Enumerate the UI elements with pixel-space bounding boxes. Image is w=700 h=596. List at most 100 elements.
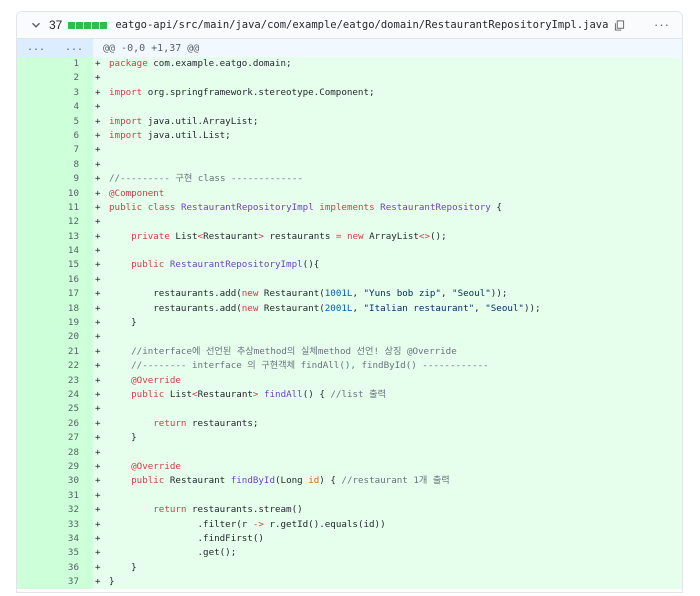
kebab-menu-icon[interactable]: ···: [654, 18, 670, 31]
old-line-number[interactable]: [17, 330, 55, 345]
new-line-number[interactable]: 5: [55, 114, 93, 129]
line-code: + .filter(r -> r.getId().equals(id)): [93, 517, 682, 532]
old-line-number[interactable]: [17, 301, 55, 317]
new-line-number[interactable]: 11: [55, 200, 93, 216]
new-line-number[interactable]: 31: [55, 488, 93, 504]
old-line-number[interactable]: [17, 503, 55, 518]
old-line-number[interactable]: [17, 474, 55, 489]
old-line-number[interactable]: [17, 344, 55, 360]
new-line-number[interactable]: 10: [55, 186, 93, 201]
new-line-number[interactable]: 2: [55, 71, 93, 86]
old-line-number[interactable]: [17, 387, 55, 403]
old-line-number[interactable]: [17, 373, 55, 388]
old-line-number[interactable]: [17, 85, 55, 101]
new-line-number[interactable]: 24: [55, 387, 93, 403]
new-line-number[interactable]: 28: [55, 445, 93, 460]
expand-up-button[interactable]: ...: [17, 39, 55, 57]
new-line-number[interactable]: 18: [55, 301, 93, 317]
new-line-number[interactable]: 6: [55, 128, 93, 144]
old-line-number[interactable]: [17, 229, 55, 245]
new-line-number[interactable]: 19: [55, 316, 93, 331]
old-line-number[interactable]: [17, 172, 55, 187]
new-line-number[interactable]: 30: [55, 474, 93, 489]
new-line-number[interactable]: 37: [55, 575, 93, 590]
new-line-number[interactable]: 14: [55, 244, 93, 259]
code-token: List: [164, 388, 193, 400]
old-line-number[interactable]: [17, 272, 55, 288]
old-line-number[interactable]: [17, 143, 55, 158]
old-line-number[interactable]: [17, 186, 55, 201]
new-line-number[interactable]: 16: [55, 272, 93, 288]
new-line-number[interactable]: 26: [55, 416, 93, 432]
old-line-number[interactable]: [17, 258, 55, 273]
new-line-number[interactable]: 34: [55, 531, 93, 547]
old-line-number[interactable]: [17, 200, 55, 216]
old-line-number[interactable]: [17, 517, 55, 532]
old-line-number[interactable]: [17, 416, 55, 432]
old-line-number[interactable]: [17, 546, 55, 561]
code-token: (){: [302, 259, 320, 271]
line-code: + .get();: [93, 546, 682, 561]
line-code: +: [93, 157, 682, 173]
old-line-number[interactable]: [17, 316, 55, 331]
diffstat-block: [92, 21, 100, 29]
new-line-number[interactable]: 21: [55, 344, 93, 360]
new-line-number[interactable]: 29: [55, 459, 93, 475]
new-line-number[interactable]: 27: [55, 431, 93, 446]
old-line-number[interactable]: [17, 459, 55, 475]
new-line-number[interactable]: 8: [55, 157, 93, 173]
old-line-number[interactable]: [17, 114, 55, 129]
new-line-number[interactable]: 9: [55, 172, 93, 187]
old-line-number[interactable]: [17, 402, 55, 417]
new-line-number[interactable]: 25: [55, 402, 93, 417]
old-line-number[interactable]: [17, 531, 55, 547]
new-line-number[interactable]: 35: [55, 546, 93, 561]
new-line-number[interactable]: 12: [55, 215, 93, 230]
new-line-number[interactable]: 33: [55, 517, 93, 532]
new-line-number[interactable]: 3: [55, 85, 93, 101]
line-code: +: [93, 488, 682, 504]
addition-marker: +: [95, 417, 101, 429]
old-line-number[interactable]: [17, 431, 55, 446]
old-line-number[interactable]: [17, 560, 55, 576]
line-code: + //--------- 구현 class -------------: [93, 172, 682, 187]
addition-marker: +: [95, 216, 101, 228]
line-code: + public RestaurantRepositoryImpl(){: [93, 258, 682, 273]
new-line-number[interactable]: 20: [55, 330, 93, 345]
new-line-number[interactable]: 4: [55, 100, 93, 115]
old-line-number[interactable]: [17, 445, 55, 460]
new-line-number[interactable]: 23: [55, 373, 93, 388]
old-line-number[interactable]: [17, 359, 55, 374]
line-code: +: [93, 244, 682, 259]
new-line-number[interactable]: 15: [55, 258, 93, 273]
old-line-number[interactable]: [17, 488, 55, 504]
old-line-number[interactable]: [17, 57, 55, 72]
code-token: }: [109, 561, 137, 573]
new-line-number[interactable]: 22: [55, 359, 93, 374]
file-header: 37 eatgo-api/src/main/java/com/example/e…: [17, 12, 682, 39]
new-line-number[interactable]: 7: [55, 143, 93, 158]
old-line-number[interactable]: [17, 100, 55, 115]
diff-line: 21 + //interface에 선언된 추상method의 실체method …: [17, 344, 682, 360]
new-line-number[interactable]: 17: [55, 287, 93, 302]
code-token: .findFirst(): [109, 532, 264, 544]
file-path[interactable]: eatgo-api/src/main/java/com/example/eatg…: [115, 19, 608, 31]
old-line-number[interactable]: [17, 157, 55, 173]
diff-line: 13 + private List<Restaurant> restaurants…: [17, 229, 682, 245]
old-line-number[interactable]: [17, 287, 55, 302]
diff-line: 35 + .get();: [17, 546, 682, 561]
new-line-number[interactable]: 36: [55, 560, 93, 576]
old-line-number[interactable]: [17, 71, 55, 86]
new-line-number[interactable]: 32: [55, 503, 93, 518]
copy-icon[interactable]: [614, 19, 626, 31]
old-line-number[interactable]: [17, 244, 55, 259]
expand-down-button[interactable]: ...: [55, 39, 93, 57]
old-line-number[interactable]: [17, 128, 55, 144]
new-line-number[interactable]: 13: [55, 229, 93, 245]
code-token: "Italian restaurant": [363, 302, 475, 314]
new-line-number[interactable]: 1: [55, 57, 93, 72]
old-line-number[interactable]: [17, 575, 55, 590]
line-code: +: [93, 100, 682, 115]
chevron-down-icon[interactable]: [31, 20, 41, 30]
old-line-number[interactable]: [17, 215, 55, 230]
